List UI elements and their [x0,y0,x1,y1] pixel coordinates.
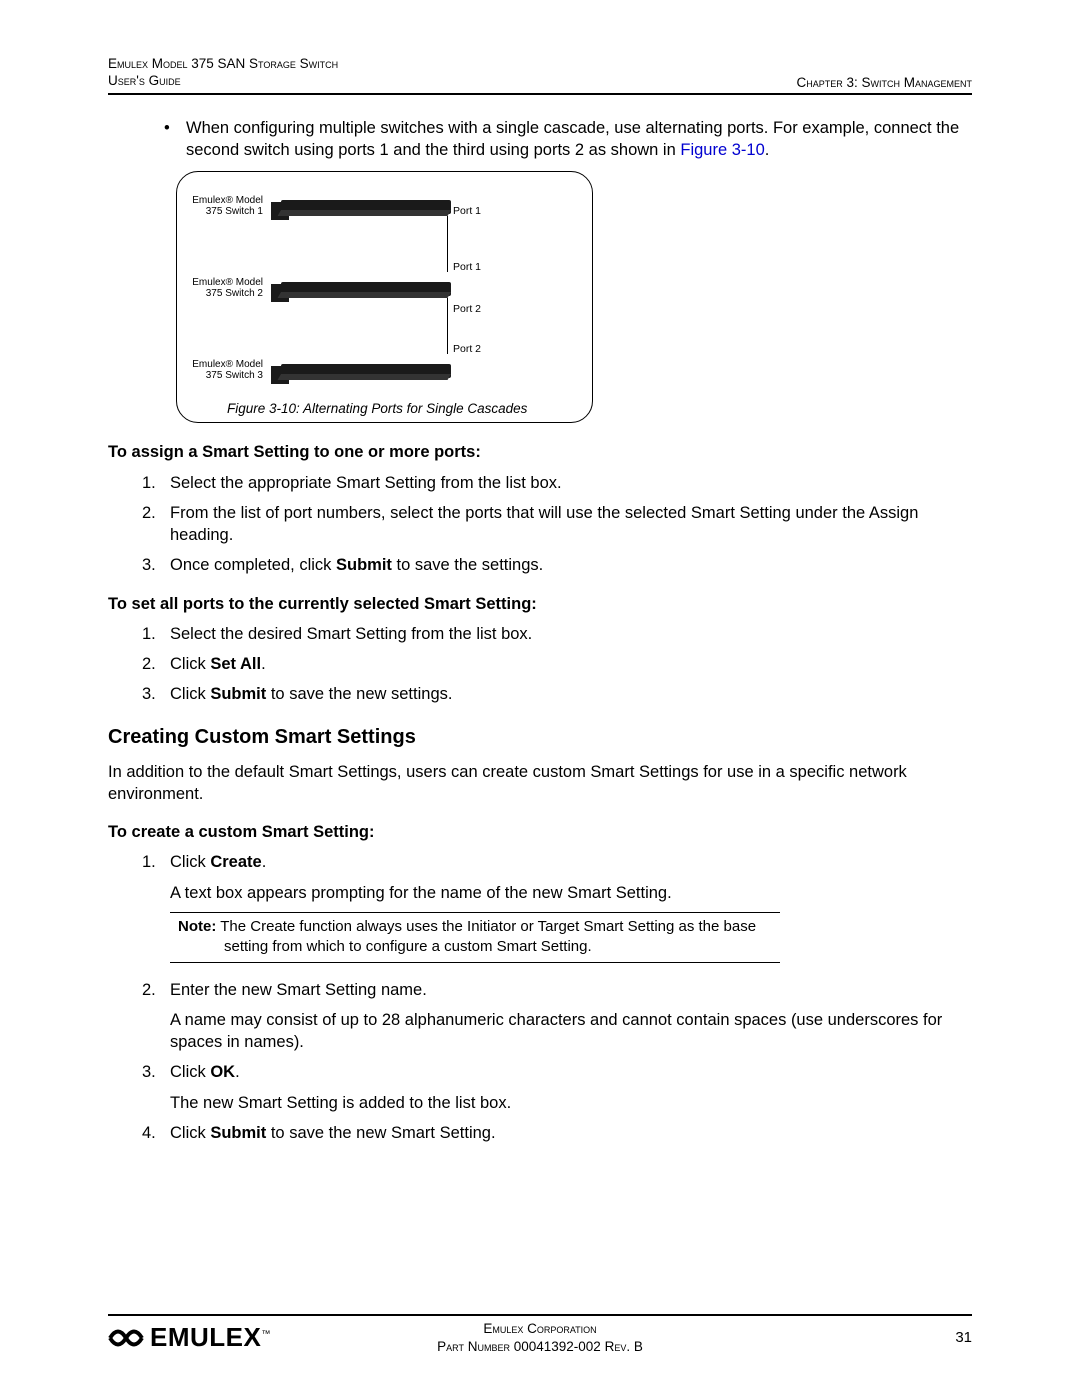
header-product: Emulex Model 375 SAN Storage Switch [108,56,338,73]
list-item: 4. Click Submit to save the new Smart Se… [142,1122,972,1144]
figure-link[interactable]: Figure 3-10 [680,141,764,159]
list-item: 1. Select the desired Smart Setting from… [142,623,972,645]
port2-top-label: Port 2 [453,302,481,316]
bullet-text: When configuring multiple switches with … [186,117,972,162]
list-item: 2. Enter the new Smart Setting name. A n… [142,979,972,1054]
emulex-logo-icon [108,1323,144,1353]
figure-caption: Figure 3-10: Alternating Ports for Singl… [191,400,578,418]
page-header: Emulex Model 375 SAN Storage Switch User… [108,56,972,95]
port1-bottom-label: Port 1 [453,260,481,274]
switch1-icon [269,192,455,220]
section1-list: 1. Select the appropriate Smart Setting … [142,472,972,577]
list-item: 2. Click Set All. [142,653,972,675]
port2-bottom-label: Port 2 [453,342,481,356]
note-box: Note: The Create function always uses th… [170,912,780,963]
emulex-logo: EMULEX™ [108,1322,271,1353]
intro-para: In addition to the default Smart Setting… [108,761,972,806]
figure-3-10: Emulex® Model 375 Switch 1 Port 1 Port 1… [176,171,593,423]
bullet-item: • When configuring multiple switches wit… [164,117,972,162]
switch3-icon [269,356,455,384]
list-item: 3. Once completed, click Submit to save … [142,554,972,576]
switch1-label: Emulex® Model 375 Switch 1 [191,195,269,217]
header-chapter: Chapter 3: Switch Management [796,75,972,90]
switch2-label: Emulex® Model 375 Switch 2 [191,277,269,299]
section1-heading: To assign a Smart Setting to one or more… [108,441,972,463]
section3-list: 1. Click Create. A text box appears prom… [142,851,972,1144]
switch2-icon [269,274,455,302]
section2-heading: To set all ports to the currently select… [108,593,972,615]
content: • When configuring multiple switches wit… [108,117,972,1144]
section3-heading: To create a custom Smart Setting: [108,821,972,843]
header-guide: User's Guide [108,73,338,90]
cascade-line-2 [447,298,448,354]
section2-list: 1. Select the desired Smart Setting from… [142,623,972,706]
list-item: 2. From the list of port numbers, select… [142,502,972,547]
bullet-marker: • [164,117,186,162]
port1-top-label: Port 1 [453,204,481,218]
h3-creating: Creating Custom Smart Settings [108,724,972,751]
switch3-label: Emulex® Model 375 Switch 3 [191,359,269,381]
cascade-line-1 [447,216,448,272]
list-item: 3. Click OK. The new Smart Setting is ad… [142,1061,972,1114]
header-left: Emulex Model 375 SAN Storage Switch User… [108,56,338,90]
page-footer: EMULEX™ Emulex Corporation Part Number 0… [108,1314,972,1353]
list-item: 1. Click Create. A text box appears prom… [142,851,972,970]
list-item: 3. Click Submit to save the new settings… [142,683,972,705]
list-item: 1. Select the appropriate Smart Setting … [142,472,972,494]
emulex-logo-text: EMULEX™ [150,1322,271,1353]
page-number: 31 [955,1329,972,1346]
